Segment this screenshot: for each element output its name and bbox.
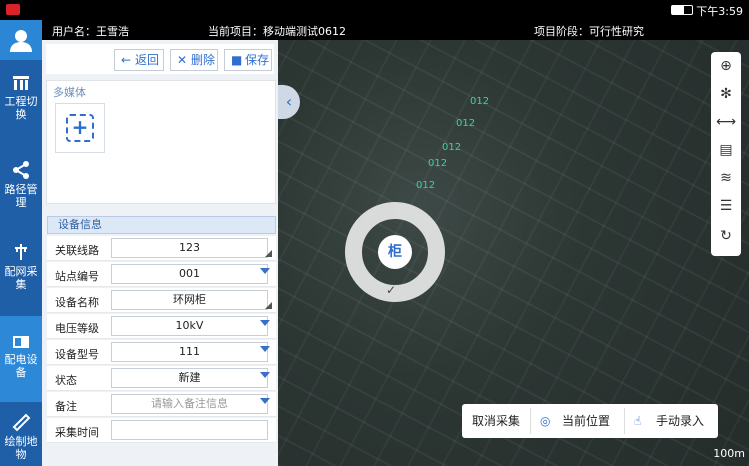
field-label-device-name: 设备名称 [55, 296, 99, 309]
corner-icon [265, 250, 272, 257]
field-row-line: 关联线路 123 [47, 236, 276, 261]
current-location-button[interactable]: 当前位置 [562, 404, 610, 438]
station-number-field[interactable]: 001 [111, 264, 268, 284]
nav-draw-features-label: 绘制地物 [4, 435, 38, 461]
collect-time-field[interactable] [111, 420, 268, 440]
save-button-label: 保存 [245, 53, 270, 67]
status-bar: 下午3:59 [0, 0, 749, 20]
measure-icon[interactable]: ⟷ [711, 108, 741, 136]
battery-icon [671, 5, 693, 15]
chevron-down-icon[interactable] [260, 346, 270, 352]
field-label-line: 关联线路 [55, 244, 99, 257]
list-icon[interactable]: ☰ [711, 192, 741, 220]
header-project: 当前项目：移动端测试0612 [208, 25, 346, 38]
user-avatar-button[interactable] [0, 20, 42, 60]
remark-input[interactable]: 请输入备注信息 [111, 394, 268, 414]
field-row-collect-time: 采集时间 [47, 418, 276, 443]
nav-network-collect-label: 配网采集 [4, 265, 38, 291]
arrow-left-icon: ← [121, 53, 132, 67]
device-form-panel: ← 返回 ✕ 删除 ■ 保存 多媒体 + 设备信息 关联线路 123 站点编号 … [42, 40, 278, 466]
hand-icon: ☝ [634, 414, 642, 428]
left-nav: 工程切换 路径管理 配网采集 配电设备 绘制地物 [0, 20, 42, 466]
voltage-level-select[interactable]: 10kV [111, 316, 268, 336]
close-icon: ✕ [177, 53, 188, 67]
chevron-down-icon[interactable] [260, 268, 270, 274]
app-notification-icon [6, 4, 20, 15]
device-model-select[interactable]: 111 [111, 342, 268, 362]
map-action-bar: 取消采集 ◎ 当前位置 ☝ 手动录入 [462, 404, 718, 438]
divider [530, 408, 531, 434]
chevron-down-icon[interactable] [260, 320, 270, 326]
save-button[interactable]: ■ 保存 [224, 49, 272, 71]
field-row-remark: 备注 请输入备注信息 [47, 392, 276, 417]
nav-project-switch-label: 工程切换 [4, 95, 38, 121]
map-pin-label[interactable]: 012 [470, 96, 489, 107]
map-tools-panel: ⊕ ✻ ⟷ ▤ ≋ ☰ ↻ [711, 52, 741, 256]
manual-entry-button[interactable]: 手动录入 [656, 404, 704, 438]
delete-button[interactable]: ✕ 删除 [170, 49, 218, 71]
building-icon [13, 76, 29, 90]
refresh-icon[interactable]: ↻ [711, 222, 741, 250]
device-icon [13, 336, 29, 348]
save-icon: ■ [231, 53, 243, 67]
globe-icon[interactable]: ⊕ [711, 52, 741, 80]
header-stage: 项目阶段：可行性研究 [534, 25, 644, 38]
field-row-device-name: 设备名称 环网柜 [47, 288, 276, 313]
map-pin-label[interactable]: 012 [456, 118, 475, 129]
map-view[interactable]: ‹ 012 012 012 012 012 ⊕ ✻ ⟷ ▤ ≋ ☰ ↻ 柜 ✓ … [278, 40, 749, 466]
field-row-status: 状态 新建 [47, 366, 276, 391]
ruler-icon [12, 413, 31, 432]
back-button[interactable]: ← 返回 [114, 49, 164, 71]
field-label-status: 状态 [55, 374, 77, 387]
header-user: 用户名：王雪浩 [52, 25, 129, 38]
delete-button-label: 删除 [191, 53, 216, 67]
collapse-panel-button[interactable]: ‹ [278, 85, 300, 119]
form-toolbar: ← 返回 ✕ 删除 ■ 保存 [46, 44, 274, 74]
status-time: 下午3:59 [696, 5, 743, 18]
plus-icon: + [66, 114, 94, 142]
nav-path-management[interactable]: 路径管理 [0, 160, 42, 220]
media-title: 多媒体 [53, 86, 86, 99]
check-icon[interactable]: ✓ [386, 283, 396, 297]
line-field[interactable]: 123 [111, 238, 268, 258]
header-bar: 用户名：王雪浩 当前项目：移动端测试0612 项目阶段：可行性研究 [42, 20, 749, 40]
field-label-voltage: 电压等级 [55, 322, 99, 335]
divider [624, 408, 625, 434]
nav-network-collect[interactable]: 配网采集 [0, 242, 42, 312]
status-select[interactable]: 新建 [111, 368, 268, 388]
corner-icon [265, 302, 272, 309]
field-label-remark: 备注 [55, 400, 77, 413]
field-row-model: 设备型号 111 [47, 340, 276, 365]
chevron-down-icon[interactable] [260, 372, 270, 378]
nav-path-management-label: 路径管理 [4, 183, 38, 209]
share-icon [13, 161, 29, 179]
cancel-collect-button[interactable]: 取消采集 [472, 404, 520, 438]
device-marker[interactable]: 柜 [378, 235, 412, 269]
nav-distribution-device[interactable]: 配电设备 [0, 316, 42, 402]
nav-distribution-device-label: 配电设备 [4, 353, 38, 379]
map-pin-label[interactable]: 012 [416, 180, 435, 191]
map-scale: 100m [713, 447, 745, 460]
device-info-title: 设备信息 [47, 216, 276, 234]
device-name-field[interactable]: 环网柜 [111, 290, 268, 310]
nav-project-switch[interactable]: 工程切换 [0, 72, 42, 138]
user-icon [10, 30, 32, 52]
field-label-station: 站点编号 [55, 270, 99, 283]
layout-icon[interactable]: ▤ [711, 136, 741, 164]
field-row-voltage: 电压等级 10kV [47, 314, 276, 339]
nav-draw-features[interactable]: 绘制地物 [0, 412, 42, 466]
back-button-label: 返回 [135, 53, 160, 67]
layers-icon[interactable]: ≋ [711, 164, 741, 192]
map-pin-label[interactable]: 012 [428, 158, 447, 169]
add-media-button[interactable]: + [55, 103, 105, 153]
media-section: 多媒体 + [46, 80, 276, 204]
field-row-station: 站点编号 001 [47, 262, 276, 287]
pole-icon [15, 244, 27, 260]
field-label-model: 设备型号 [55, 348, 99, 361]
location-pin-icon: ◎ [540, 414, 551, 428]
chevron-down-icon[interactable] [260, 398, 270, 404]
compass-icon[interactable]: ✻ [711, 80, 741, 108]
map-pin-label[interactable]: 012 [442, 142, 461, 153]
field-label-collect-time: 采集时间 [55, 426, 99, 439]
